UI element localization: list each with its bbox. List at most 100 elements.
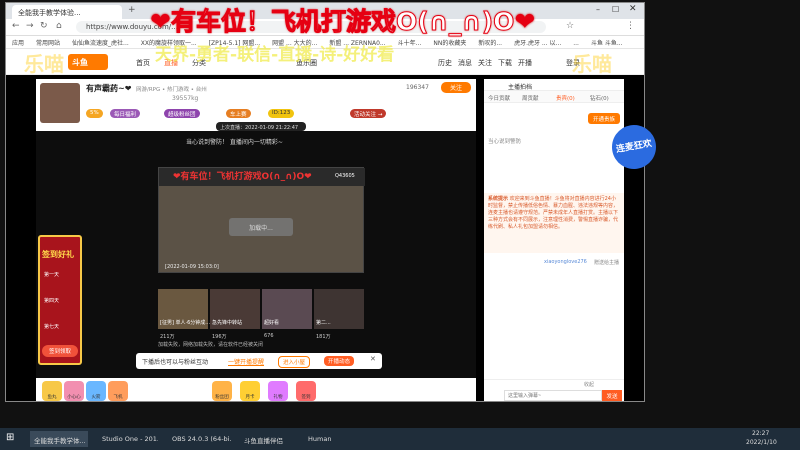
heart-left-icon: ❤: [150, 7, 171, 36]
popup-close-icon[interactable]: ✕: [370, 355, 376, 363]
gift-item[interactable]: 火箭: [86, 381, 106, 401]
video-title: 超好看: [264, 320, 280, 326]
gift-item[interactable]: 签到: [296, 381, 316, 401]
bookmark-item[interactable]: 常用网站: [36, 40, 60, 47]
taskbar-item[interactable]: Studio One - 201...: [98, 431, 158, 447]
gift-bar: 鱼丸 小心心 火箭 飞机 粉丝团 月卡 礼物 签到: [36, 378, 476, 401]
bookmark-item[interactable]: 仙仙鱼流速度_虎社...: [72, 40, 129, 47]
activity-pill[interactable]: 活动关注 →: [350, 109, 387, 118]
gift-item[interactable]: 粉丝团: [212, 381, 232, 401]
room-category: 网游/RPG • 热门游戏 • 台州: [136, 87, 207, 93]
nav-home[interactable]: 首页: [136, 58, 150, 68]
video-thumbnail[interactable]: 超好看 676: [262, 289, 312, 339]
stream-tip: 当心说到警防！ 直播间内一切精彩~: [186, 139, 283, 146]
chat-message: 赠送给主播: [594, 260, 620, 266]
checkin-title: 签到好礼: [42, 250, 74, 259]
chat-input-area: 收起 发送: [484, 379, 624, 401]
gift-item[interactable]: 飞机: [108, 381, 128, 401]
checkin-day: 第七天: [44, 324, 60, 330]
video-title: [征男] 单人·6分钟成...: [160, 320, 211, 326]
rank-tab[interactable]: 今日贡献: [488, 94, 510, 102]
chat-input[interactable]: [504, 390, 602, 401]
streamer-name: 有声霸药~❤: [86, 84, 132, 93]
load-more-text: 加载失败，网络加载失败，请在软件已经被关闭: [158, 342, 264, 348]
taskbar-item[interactable]: 斗鱼直播伴侣: [240, 431, 300, 447]
taskbar-item[interactable]: 全能我手教学体...: [30, 431, 88, 447]
checkin-promo[interactable]: 签到好礼 第一天 第四天 第七天 签到领取: [38, 235, 82, 365]
video-title: 急先锋中转站: [212, 320, 243, 326]
collapse-label[interactable]: 收起: [584, 381, 594, 388]
tag-pill[interactable]: 车上赛: [226, 109, 251, 118]
rank-tab[interactable]: 贵宾(0): [556, 94, 575, 102]
hot-value: 39557kg: [172, 95, 199, 102]
gift-item[interactable]: 礼物: [268, 381, 288, 401]
follow-count: 196347: [406, 84, 429, 91]
page-content: 有声霸药~❤ 网游/RPG • 热门游戏 • 台州 39557kg 196347…: [6, 75, 644, 401]
checkin-day: 第四天: [44, 298, 60, 304]
video-thumbnail[interactable]: [征男] 单人·6分钟成... 211万: [158, 289, 211, 340]
overlay-subtitle: 天界-勇者-联信-直播-诗-好好看: [155, 45, 395, 65]
streamer-avatar[interactable]: [40, 83, 80, 123]
video-stat: 676: [264, 333, 274, 339]
inner-id: Q43605: [335, 173, 355, 179]
tab-title: 全能我手教学体验...: [18, 9, 81, 17]
taskbar-item[interactable]: Human: [304, 431, 344, 447]
stream-preview[interactable]: ❤有车位！飞机打游戏O(∩_∩)O❤ Q43605 加载中... [2022-0…: [158, 167, 365, 273]
douyu-logo[interactable]: 斗鱼: [68, 54, 108, 70]
notice-label: 系统提示: [488, 196, 509, 202]
rank-tab[interactable]: 钻石(0): [590, 94, 609, 102]
open-noble-button[interactable]: 开通贵族: [588, 113, 620, 124]
browser-tab[interactable]: 全能我手教学体验...: [12, 5, 122, 19]
taskbar: ⊞ 全能我手教学体... Studio One - 201... OBS 24.…: [0, 428, 800, 450]
checkin-claim-button[interactable]: 签到领取: [42, 345, 78, 357]
clock-time: 22:27: [752, 430, 770, 437]
reload-icon[interactable]: ↻: [40, 21, 48, 31]
video-player[interactable]: 当心说到警防！ 直播间内一切精彩~ ❤有车位！飞机打游戏O(∩_∩)O❤ Q43…: [36, 131, 476, 381]
menu-icon[interactable]: ⋮: [626, 21, 635, 31]
chat-panel: 主播拍档 今日贡献 周贡献 贵宾(0) 钻石(0) 开通贵族 当心说到警防 系统提示 …: [484, 79, 624, 401]
popup-enter-button[interactable]: 进入小屋: [278, 356, 311, 368]
host-label: 主播拍档: [508, 84, 533, 91]
video-thumbnail[interactable]: 第二... 181万: [314, 289, 364, 340]
badge-text: 当心说到警防: [488, 139, 522, 145]
video-stat: 211万: [160, 334, 175, 340]
loading-overlay: 加载中...: [229, 218, 293, 236]
video-thumbnail[interactable]: 急先锋中转站 196万: [210, 289, 260, 340]
overlay-title: ❤有车位！飞机打游戏O(∩_∩)O❤: [150, 2, 620, 37]
tag-pill[interactable]: 超级粉丝团: [164, 109, 200, 118]
chat-user[interactable]: xiaoyonglove276: [544, 259, 587, 265]
forward-icon[interactable]: →: [26, 21, 34, 31]
gift-item[interactable]: 鱼丸: [42, 381, 62, 401]
close-window-icon[interactable]: ✕: [629, 4, 637, 14]
room-header: 有声霸药~❤ 网游/RPG • 热门游戏 • 台州 39557kg 196347…: [36, 79, 476, 131]
video-stat: 181万: [316, 334, 331, 340]
taskbar-item[interactable]: OBS 24.0.3 (64-bi...: [168, 431, 232, 447]
notice-text: 欢迎来到斗鱼直播！斗鱼将对直播内容进行24小时监督，禁止传播低俗色情、暴力血腥、…: [488, 196, 619, 230]
system-notice: 系统提示 欢迎来到斗鱼直播！斗鱼将对直播内容进行24小时监督，禁止传播低俗色情、…: [484, 193, 624, 253]
clock-date: 2022/1/10: [746, 439, 777, 446]
gift-item[interactable]: 月卡: [240, 381, 260, 401]
back-icon[interactable]: ←: [12, 21, 20, 31]
overlay-title-text: 有车位！飞机打游戏O(∩_∩)O: [170, 7, 515, 37]
gift-item[interactable]: 小心心: [64, 381, 84, 401]
home-icon[interactable]: ⌂: [56, 21, 62, 31]
inner-timestamp: [2022-01-09 15:03:0]: [165, 264, 219, 270]
bookmark-item[interactable]: 应用: [12, 40, 24, 47]
popup-text: 下播后也可以与粉丝互动: [142, 359, 209, 366]
popup-link[interactable]: 一键开播提醒: [228, 357, 264, 366]
rank-tab[interactable]: 周贡献: [522, 94, 539, 102]
windows-icon[interactable]: ⊞: [6, 432, 14, 443]
overlay-deco-left: 乐喵: [24, 52, 64, 76]
inner-title: ❤有车位！飞机打游戏O(∩_∩)O❤: [173, 172, 312, 182]
follow-button[interactable]: 关注: [441, 82, 471, 93]
send-button[interactable]: 发送: [602, 390, 622, 401]
video-thumb-row: [征男] 单人·6分钟成... 211万 急先锋中转站 196万 超好看 676 第二...…: [158, 289, 364, 345]
checkin-day: 第一天: [44, 272, 60, 278]
popup-go-button[interactable]: 开播动态: [324, 356, 355, 366]
tag-pill[interactable]: 每日福利: [110, 109, 141, 118]
new-tab-icon[interactable]: +: [128, 5, 136, 15]
tag-pill[interactable]: 5%: [86, 109, 103, 118]
heart-right-icon: ❤: [514, 7, 536, 36]
overlay-deco-right: 乐喵: [572, 52, 612, 76]
tag-pill[interactable]: ID:123: [268, 109, 295, 118]
